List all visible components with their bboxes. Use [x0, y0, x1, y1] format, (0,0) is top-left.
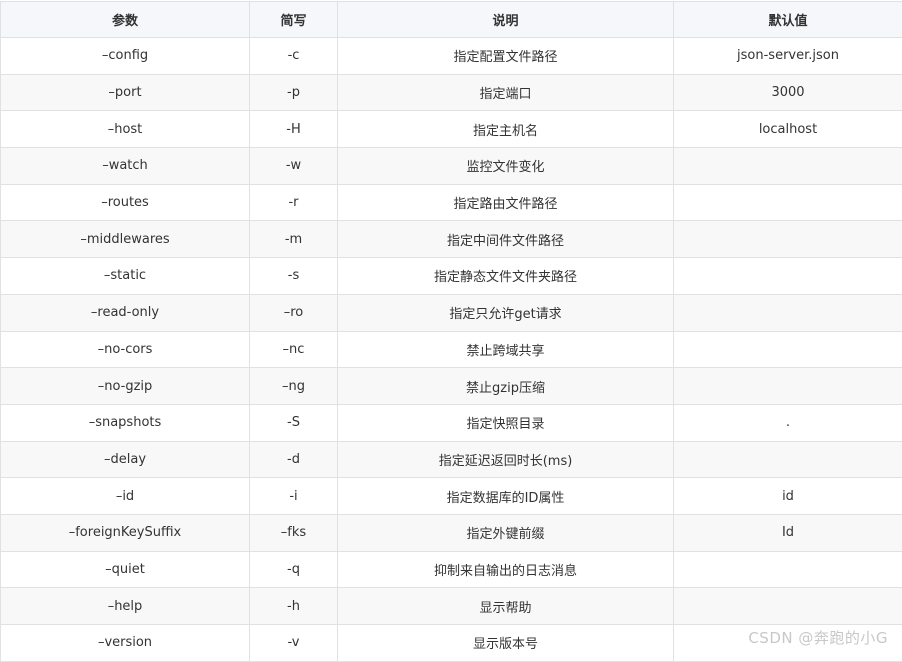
- cell-param: –quiet: [1, 551, 250, 588]
- cell-description: 显示帮助: [338, 588, 674, 625]
- cell-short: -S: [250, 404, 338, 441]
- cell-short: -i: [250, 478, 338, 515]
- table-row: –quiet-q抑制来自输出的日志消息: [1, 551, 902, 588]
- table-row: –static-s指定静态文件文件夹路径: [1, 258, 902, 295]
- table-row: –watch-w监控文件变化: [1, 148, 902, 185]
- cell-param: –read-only: [1, 294, 250, 331]
- cell-param: –version: [1, 625, 250, 662]
- cell-param: –watch: [1, 148, 250, 185]
- cell-param: –foreignKeySuffix: [1, 514, 250, 551]
- cell-description: 指定延迟返回时长(ms): [338, 441, 674, 478]
- cell-default: [674, 441, 902, 478]
- table-row: –port-p指定端口3000: [1, 74, 902, 111]
- cell-short: -s: [250, 258, 338, 295]
- cell-param: –routes: [1, 184, 250, 221]
- cell-default: 3000: [674, 74, 902, 111]
- header-row: 参数 简写 说明 默认值: [1, 2, 902, 38]
- cell-param: –id: [1, 478, 250, 515]
- table-body: –config-c指定配置文件路径json-server.json –port-…: [1, 38, 902, 662]
- header-short: 简写: [250, 2, 338, 38]
- cell-default: localhost: [674, 111, 902, 148]
- cell-short: -m: [250, 221, 338, 258]
- table-row: –routes-r指定路由文件路径: [1, 184, 902, 221]
- cell-short: –nc: [250, 331, 338, 368]
- table-row: –foreignKeySuffix–fks指定外键前缀Id: [1, 514, 902, 551]
- table-row: –delay-d指定延迟返回时长(ms): [1, 441, 902, 478]
- table-row: –version-v显示版本号: [1, 625, 902, 662]
- table-row: –host-H指定主机名localhost: [1, 111, 902, 148]
- cell-default: [674, 625, 902, 662]
- cell-short: -p: [250, 74, 338, 111]
- cell-param: –help: [1, 588, 250, 625]
- cell-short: -v: [250, 625, 338, 662]
- cell-param: –middlewares: [1, 221, 250, 258]
- cell-default: [674, 588, 902, 625]
- cell-short: -H: [250, 111, 338, 148]
- cell-default: json-server.json: [674, 38, 902, 75]
- cell-default: id: [674, 478, 902, 515]
- cell-short: -q: [250, 551, 338, 588]
- cell-param: –snapshots: [1, 404, 250, 441]
- cell-description: 禁止gzip压缩: [338, 368, 674, 405]
- cell-param: –config: [1, 38, 250, 75]
- options-table: 参数 简写 说明 默认值 –config-c指定配置文件路径json-serve…: [0, 1, 902, 662]
- table-row: –snapshots-S指定快照目录.: [1, 404, 902, 441]
- cell-short: –ro: [250, 294, 338, 331]
- cell-short: -r: [250, 184, 338, 221]
- cell-default: [674, 551, 902, 588]
- cell-description: 指定静态文件文件夹路径: [338, 258, 674, 295]
- cell-default: Id: [674, 514, 902, 551]
- cell-description: 显示版本号: [338, 625, 674, 662]
- cell-default: [674, 258, 902, 295]
- cell-param: –host: [1, 111, 250, 148]
- cell-default: [674, 294, 902, 331]
- table-header: 参数 简写 说明 默认值: [1, 2, 902, 38]
- cell-description: 指定快照目录: [338, 404, 674, 441]
- cell-default: [674, 221, 902, 258]
- cell-description: 指定中间件文件路径: [338, 221, 674, 258]
- cell-param: –static: [1, 258, 250, 295]
- cell-short: -d: [250, 441, 338, 478]
- cell-default: [674, 148, 902, 185]
- header-description: 说明: [338, 2, 674, 38]
- cell-description: 指定配置文件路径: [338, 38, 674, 75]
- cell-short: -h: [250, 588, 338, 625]
- cell-default: [674, 331, 902, 368]
- cell-description: 禁止跨域共享: [338, 331, 674, 368]
- cell-short: –fks: [250, 514, 338, 551]
- cell-param: –delay: [1, 441, 250, 478]
- cell-param: –port: [1, 74, 250, 111]
- cell-short: -w: [250, 148, 338, 185]
- cell-short: -c: [250, 38, 338, 75]
- cell-description: 指定数据库的ID属性: [338, 478, 674, 515]
- cell-description: 指定只允许get请求: [338, 294, 674, 331]
- cell-description: 指定路由文件路径: [338, 184, 674, 221]
- cell-default: [674, 184, 902, 221]
- cell-description: 指定外键前缀: [338, 514, 674, 551]
- table-row: –no-gzip–ng禁止gzip压缩: [1, 368, 902, 405]
- header-param: 参数: [1, 2, 250, 38]
- cell-param: –no-gzip: [1, 368, 250, 405]
- cell-default: .: [674, 404, 902, 441]
- table-row: –read-only–ro指定只允许get请求: [1, 294, 902, 331]
- cell-description: 抑制来自输出的日志消息: [338, 551, 674, 588]
- table-row: –help-h显示帮助: [1, 588, 902, 625]
- cell-short: –ng: [250, 368, 338, 405]
- cell-description: 指定端口: [338, 74, 674, 111]
- table-row: –id-i指定数据库的ID属性id: [1, 478, 902, 515]
- cell-param: –no-cors: [1, 331, 250, 368]
- cell-default: [674, 368, 902, 405]
- table-row: –middlewares-m指定中间件文件路径: [1, 221, 902, 258]
- table-row: –no-cors–nc禁止跨域共享: [1, 331, 902, 368]
- table-row: –config-c指定配置文件路径json-server.json: [1, 38, 902, 75]
- cell-description: 监控文件变化: [338, 148, 674, 185]
- header-default: 默认值: [674, 2, 902, 38]
- cell-description: 指定主机名: [338, 111, 674, 148]
